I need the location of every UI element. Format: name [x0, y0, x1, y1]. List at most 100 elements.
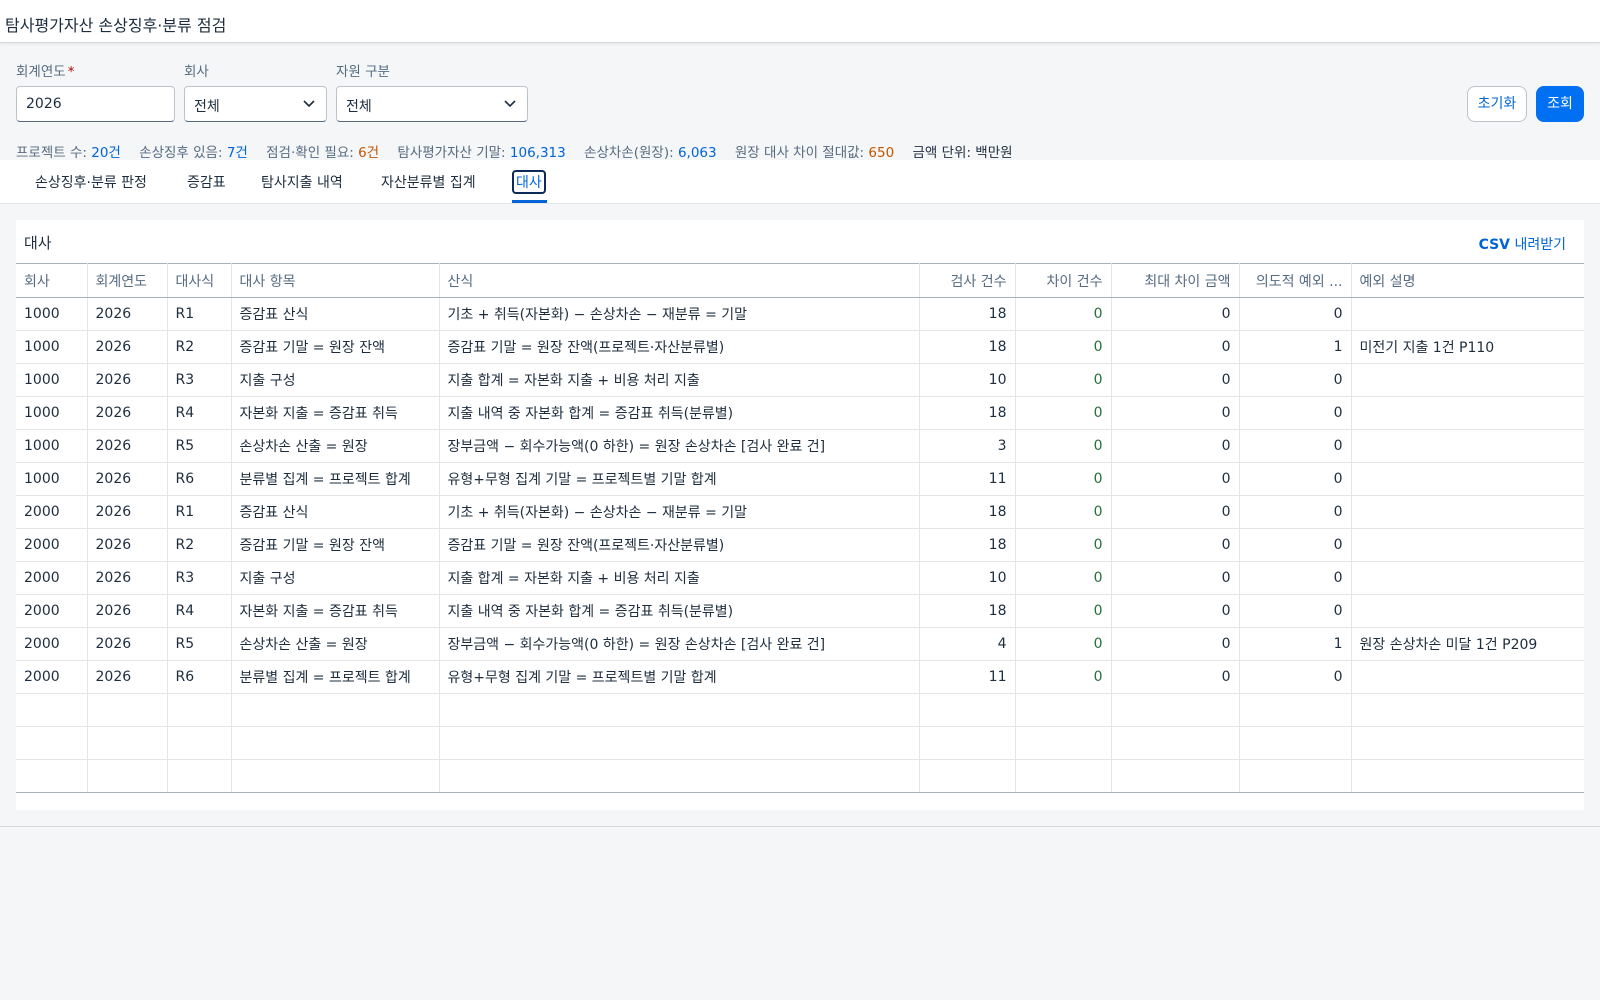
col-header-exception-note[interactable]: 예외 설명	[1351, 263, 1584, 298]
cell-company: 1000	[16, 429, 88, 463]
cell-formula: 지출 합계 = 자본화 지출 + 비용 처리 지출	[439, 363, 920, 397]
empty-row	[16, 759, 1584, 793]
cell-company: 2000	[16, 495, 88, 529]
cell-diff-count: 0	[1015, 627, 1112, 661]
table-row[interactable]: 2000 2026 R5 손상차손 산출 = 원장 장부금액 − 회수가능액(0 하한)…	[16, 627, 1584, 661]
cell-exception-note	[1351, 528, 1584, 562]
cell-formula: 기초 + 취득(자본화) − 손상차손 − 재분류 = 기말	[439, 495, 920, 529]
table-row[interactable]: 2000 2026 R1 증감표 산식 기초 + 취득(자본화) − 손상차손 − 재분…	[16, 495, 1584, 529]
cell-formula: 지출 합계 = 자본화 지출 + 비용 처리 지출	[439, 561, 920, 595]
search-button[interactable]: 조회	[1536, 86, 1584, 122]
cell-exception-note	[1351, 561, 1584, 595]
table-row[interactable]: 1000 2026 R4 자본화 지출 = 증감표 취득 지출 내역 중 자본화 합계 …	[16, 396, 1584, 430]
summary-projects-value: 20건	[91, 145, 121, 161]
cell-rule: R3	[167, 363, 232, 397]
tab-movement-table[interactable]: 증감표	[187, 172, 226, 192]
resource-type-label: 자원 구분	[336, 64, 390, 80]
tab-reconciliation[interactable]: 대사	[512, 170, 546, 194]
resource-type-select-value: 전체	[346, 99, 372, 115]
table-row[interactable]: 1000 2026 R3 지출 구성 지출 합계 = 자본화 지출 + 비용 처리 지출…	[16, 363, 1584, 397]
cell-formula: 증감표 기말 = 원장 잔액(프로젝트·자산분류별)	[439, 528, 920, 562]
col-header-item[interactable]: 대사 항목	[231, 263, 440, 298]
table-row[interactable]: 1000 2026 R5 손상차손 산출 = 원장 장부금액 − 회수가능액(0 하한)…	[16, 429, 1584, 463]
col-header-checked-count[interactable]: 검사 건수	[919, 263, 1016, 298]
summary-loss-label: 손상차손(원장):	[584, 145, 674, 161]
summary-ending-label: 탐사평가자산 기말:	[397, 145, 506, 161]
company-label: 회사	[184, 64, 209, 80]
tab-exploration-expenditure[interactable]: 탐사지출 내역	[261, 172, 343, 192]
table-header-row: 회사 회계연도 대사식 대사 항목 산식 검사 건수 차이 건수 최대 차이 금…	[16, 263, 1584, 298]
col-header-diff-count[interactable]: 차이 건수	[1015, 263, 1112, 298]
cell-formula: 장부금액 − 회수가능액(0 하한) = 원장 손상차손 [검사 완료 건]	[439, 429, 920, 463]
cell-fiscal-year: 2026	[87, 396, 168, 430]
table-row[interactable]: 1000 2026 R1 증감표 산식 기초 + 취득(자본화) − 손상차손 − 재분…	[16, 297, 1584, 331]
col-header-fiscal-year[interactable]: 회계연도	[87, 263, 168, 298]
empty-cell	[16, 693, 88, 727]
cell-item: 지출 구성	[231, 363, 440, 397]
csv-download-link[interactable]: CSV 내려받기	[1479, 234, 1566, 254]
cell-item: 손상차손 산출 = 원장	[231, 429, 440, 463]
empty-cell	[439, 759, 920, 793]
active-tab-indicator	[512, 200, 547, 203]
cell-intentional-exception: 0	[1239, 561, 1352, 595]
cell-company: 2000	[16, 627, 88, 661]
cell-diff-count: 0	[1015, 660, 1112, 694]
cell-checked-count: 18	[919, 297, 1016, 331]
reconciliation-table: 회사 회계연도 대사식 대사 항목 산식 검사 건수 차이 건수 최대 차이 금…	[16, 263, 1584, 793]
resource-type-select[interactable]: 전체	[336, 86, 528, 122]
cell-formula: 장부금액 − 회수가능액(0 하한) = 원장 손상차손 [검사 완료 건]	[439, 627, 920, 661]
cell-exception-note	[1351, 396, 1584, 430]
cell-rule: R1	[167, 297, 232, 331]
table-row[interactable]: 1000 2026 R2 증감표 기말 = 원장 잔액 증감표 기말 = 원장 잔액(프…	[16, 330, 1584, 364]
empty-cell	[1111, 726, 1240, 760]
cell-max-diff: 0	[1111, 462, 1240, 496]
table-row[interactable]: 2000 2026 R3 지출 구성 지출 합계 = 자본화 지출 + 비용 처리 지출…	[16, 561, 1584, 595]
summary-loss: 손상차손(원장): 6,063	[584, 145, 717, 161]
table-row[interactable]: 2000 2026 R4 자본화 지출 = 증감표 취득 지출 내역 중 자본화 합계 …	[16, 594, 1584, 628]
reconciliation-panel: 대사 CSV 내려받기 회사 회계연도 대사식 대사 항목 산식 검사 건수 차…	[16, 220, 1584, 810]
cell-fiscal-year: 2026	[87, 495, 168, 529]
cell-intentional-exception: 0	[1239, 660, 1352, 694]
fiscal-year-input[interactable]: 2026	[16, 86, 175, 122]
summary-impairment: 손상징후 있음: 7건	[139, 145, 248, 161]
reset-button[interactable]: 초기화	[1467, 86, 1527, 122]
cell-intentional-exception: 0	[1239, 396, 1352, 430]
summary-bar: 프로젝트 수: 20건 손상징후 있음: 7건 점검·확인 필요: 6건 탐사평…	[16, 141, 1027, 161]
cell-item: 증감표 기말 = 원장 잔액	[231, 330, 440, 364]
cell-intentional-exception: 0	[1239, 462, 1352, 496]
empty-cell	[1351, 726, 1584, 760]
cell-max-diff: 0	[1111, 297, 1240, 331]
cell-company: 1000	[16, 363, 88, 397]
empty-cell	[87, 726, 168, 760]
tab-impairment-classification[interactable]: 손상징후·분류 판정	[35, 172, 147, 192]
cell-max-diff: 0	[1111, 528, 1240, 562]
empty-cell	[231, 759, 440, 793]
col-header-company[interactable]: 회사	[16, 263, 88, 298]
cell-intentional-exception: 0	[1239, 297, 1352, 331]
cell-exception-note: 미전기 지출 1건 P110	[1351, 330, 1584, 364]
cell-checked-count: 18	[919, 330, 1016, 364]
cell-item: 증감표 산식	[231, 495, 440, 529]
summary-ending: 탐사평가자산 기말: 106,313	[397, 145, 565, 161]
company-select[interactable]: 전체	[184, 86, 327, 122]
col-header-rule[interactable]: 대사식	[167, 263, 232, 298]
cell-checked-count: 18	[919, 495, 1016, 529]
cell-intentional-exception: 1	[1239, 330, 1352, 364]
tab-asset-class-summary[interactable]: 자산분류별 집계	[381, 172, 476, 192]
table-row[interactable]: 2000 2026 R6 분류별 집계 = 프로젝트 합계 유형+무형 집계 기말 = …	[16, 660, 1584, 694]
cell-exception-note	[1351, 594, 1584, 628]
cell-intentional-exception: 0	[1239, 594, 1352, 628]
cell-intentional-exception: 1	[1239, 627, 1352, 661]
table-row[interactable]: 2000 2026 R2 증감표 기말 = 원장 잔액 증감표 기말 = 원장 잔액(프…	[16, 528, 1584, 562]
fiscal-year-value: 2026	[26, 96, 62, 112]
table-row[interactable]: 1000 2026 R6 분류별 집계 = 프로젝트 합계 유형+무형 집계 기말 = …	[16, 462, 1584, 496]
cell-rule: R4	[167, 396, 232, 430]
col-header-intentional-exception[interactable]: 의도적 예외 ...	[1239, 263, 1352, 298]
col-header-max-diff[interactable]: 최대 차이 금액	[1111, 263, 1240, 298]
cell-diff-count: 0	[1015, 462, 1112, 496]
cell-diff-count: 0	[1015, 429, 1112, 463]
col-header-formula[interactable]: 산식	[439, 263, 920, 298]
empty-cell	[87, 693, 168, 727]
empty-cell	[1239, 759, 1352, 793]
table-body: 1000 2026 R1 증감표 산식 기초 + 취득(자본화) − 손상차손 − 재분…	[16, 297, 1584, 793]
